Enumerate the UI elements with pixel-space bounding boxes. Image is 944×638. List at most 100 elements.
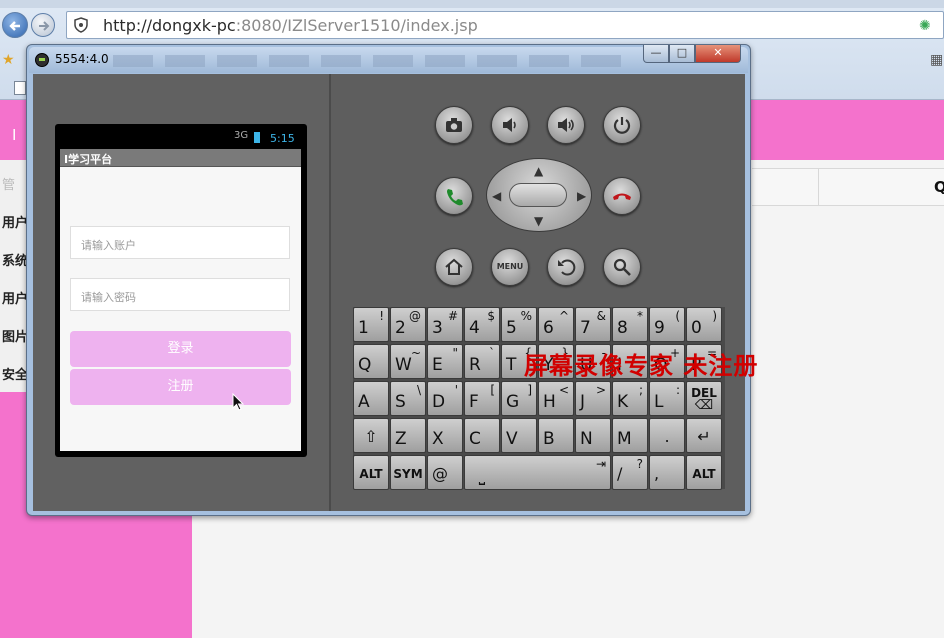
recorder-watermark: 屏幕录像专家 未注册 xyxy=(524,351,759,380)
sym-key[interactable]: SYM xyxy=(390,455,426,490)
url-text: http://dongxk-pc:8080/IZlServer1510/inde… xyxy=(103,16,478,35)
password-input[interactable]: 请输入密码 xyxy=(70,278,290,311)
key-row1-7[interactable]: 8 * xyxy=(612,307,648,342)
key-row1-8[interactable]: 9( xyxy=(649,307,685,342)
emulator-body: 3G 5:15 I学习平台 请输入账户 请输入密码 登录 注册 ▲ ▼ ◀ ▶ … xyxy=(33,74,745,511)
key-row4-5[interactable]: B xyxy=(538,418,574,453)
key-row1-9[interactable]: 0) xyxy=(686,307,722,342)
android-icon xyxy=(35,53,49,67)
table-header: Q xyxy=(752,168,944,206)
key-label: ALT xyxy=(359,467,383,481)
key-row1-0[interactable]: 1! xyxy=(353,307,389,342)
dpad-up-icon[interactable]: ▲ xyxy=(534,165,543,177)
key-row4-4[interactable]: V xyxy=(501,418,537,453)
home-button[interactable] xyxy=(435,248,473,286)
power-button[interactable] xyxy=(603,106,641,144)
key-row1-2[interactable]: 3 # xyxy=(427,307,463,342)
key-alt-label: ' xyxy=(454,383,458,397)
key-label: D xyxy=(432,392,446,412)
key-label: / xyxy=(617,464,623,483)
key-row3-2[interactable]: D ' xyxy=(427,381,463,416)
key-row4-0[interactable]: ⇧ xyxy=(353,418,389,453)
key-label: A xyxy=(358,392,370,412)
key-row4-8[interactable]: . xyxy=(649,418,685,453)
volume-up-button[interactable] xyxy=(547,106,585,144)
slash-key[interactable]: /? xyxy=(612,455,648,490)
key-label: E xyxy=(432,355,443,375)
page-header-title: I xyxy=(12,126,17,144)
back-button[interactable] xyxy=(2,12,28,38)
key-label: R xyxy=(469,355,481,375)
camera-button[interactable] xyxy=(435,106,473,144)
minimize-button[interactable]: — xyxy=(643,45,669,63)
comma-key[interactable]: , xyxy=(649,455,685,490)
key-row3-7[interactable]: K; xyxy=(612,381,648,416)
titlebar-blur xyxy=(113,55,633,67)
key-row1-4[interactable]: 5% xyxy=(501,307,537,342)
key-alt-label: & xyxy=(596,309,606,323)
key-alt-label: # xyxy=(447,309,458,323)
apps-grid-icon[interactable]: ▦ xyxy=(930,52,943,68)
key-row1-5[interactable]: 6 ^ xyxy=(538,307,574,342)
dpad-down-icon[interactable]: ▼ xyxy=(534,215,543,227)
key-row1-1[interactable]: 2 @ xyxy=(390,307,426,342)
key-row2-3[interactable]: R ` xyxy=(464,344,500,379)
status-bar: 3G 5:15 xyxy=(58,128,302,148)
key-row3-9[interactable]: DEL ⌫ xyxy=(686,381,722,416)
space-key[interactable]: ⎵ ⇥ xyxy=(464,455,611,490)
key-alt-label: % xyxy=(520,309,532,323)
key-row1-3[interactable]: 4 $ xyxy=(464,307,500,342)
emulator-titlebar[interactable]: 5554:4.0 xyxy=(29,47,748,73)
end-call-button[interactable] xyxy=(603,177,641,215)
close-button[interactable]: ✕ xyxy=(695,45,741,63)
key-label: T xyxy=(506,355,517,375)
register-button[interactable]: 注册 xyxy=(70,369,291,405)
alt-left-key[interactable]: ALT xyxy=(353,455,389,490)
key-row2-1[interactable]: W ~ xyxy=(390,344,426,379)
page-icon[interactable] xyxy=(14,81,26,95)
key-row3-0[interactable]: A xyxy=(353,381,389,416)
key-row4-9[interactable]: ↵ xyxy=(686,418,722,453)
alt-right-key[interactable]: ALT xyxy=(686,455,722,490)
key-row4-3[interactable]: C xyxy=(464,418,500,453)
maximize-button[interactable]: □ xyxy=(669,45,695,63)
address-bar[interactable]: http://dongxk-pc:8080/IZlServer1510/inde… xyxy=(66,11,944,39)
account-input[interactable]: 请输入账户 xyxy=(70,226,290,259)
key-row3-5[interactable]: H < xyxy=(538,381,574,416)
call-button[interactable] xyxy=(435,177,473,215)
favorites-star-icon[interactable]: ★ xyxy=(2,52,15,68)
key-label: N xyxy=(580,429,593,449)
emulator-window: 5554:4.0 — □ ✕ 3G 5:15 I学习平台 请输入账户 请输入密码 xyxy=(26,44,751,516)
at-key[interactable]: @ xyxy=(427,455,463,490)
key-label: G xyxy=(506,392,520,412)
login-button[interactable]: 登录 xyxy=(70,331,291,367)
key-row2-2[interactable]: E " xyxy=(427,344,463,379)
key-row4-6[interactable]: N xyxy=(575,418,611,453)
dpad-left-icon[interactable]: ◀ xyxy=(492,190,501,202)
key-row1-6[interactable]: 7 & xyxy=(575,307,611,342)
forward-button[interactable] xyxy=(31,13,55,37)
key-alt-label: [ xyxy=(490,383,495,397)
dpad-center-button[interactable] xyxy=(509,183,567,207)
search-icon xyxy=(613,258,631,276)
key-label: ALT xyxy=(692,467,716,481)
key-row4-1[interactable]: Z xyxy=(390,418,426,453)
key-row3-3[interactable]: F[ xyxy=(464,381,500,416)
key-row3-4[interactable]: G] xyxy=(501,381,537,416)
volume-down-button[interactable] xyxy=(491,106,529,144)
delete-icon: ⌫ xyxy=(694,398,714,413)
key-label: 4 xyxy=(469,318,480,338)
enter-icon: ↵ xyxy=(697,427,711,446)
key-row4-7[interactable]: M xyxy=(612,418,648,453)
key-row4-2[interactable]: X xyxy=(427,418,463,453)
search-button[interactable] xyxy=(603,248,641,286)
key-alt-label: ( xyxy=(675,309,680,323)
dpad[interactable]: ▲ ▼ ◀ ▶ xyxy=(486,158,592,232)
dpad-right-icon[interactable]: ▶ xyxy=(577,190,586,202)
back-key-button[interactable] xyxy=(547,248,585,286)
key-row2-0[interactable]: Q xyxy=(353,344,389,379)
key-row3-6[interactable]: J > xyxy=(575,381,611,416)
menu-button[interactable]: MENU xyxy=(491,248,529,286)
key-row3-1[interactable]: S \ xyxy=(390,381,426,416)
key-row3-8[interactable]: L: xyxy=(649,381,685,416)
